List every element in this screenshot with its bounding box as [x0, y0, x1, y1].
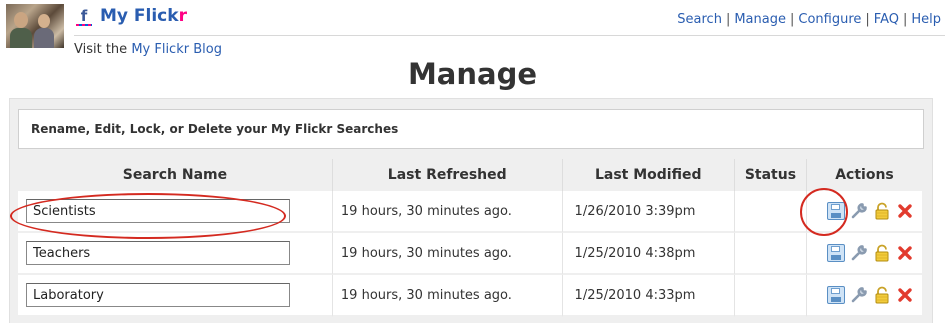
nav-configure-link[interactable]: Configure: [798, 12, 861, 27]
last-modified-cell: 1/25/2010 4:33pm: [562, 275, 735, 317]
lock-icon[interactable]: [873, 202, 891, 220]
nav-help-link[interactable]: Help: [911, 12, 941, 27]
status-cell: [734, 233, 807, 275]
last-refreshed-cell: 19 hours, 30 minutes ago.: [332, 191, 563, 233]
status-cell: [734, 275, 807, 317]
table-row: 19 hours, 30 minutes ago. 1/25/2010 4:38…: [18, 233, 922, 275]
nav-separator: |: [902, 12, 908, 27]
header-status: Status: [735, 159, 807, 191]
table-row: 19 hours, 30 minutes ago. 1/26/2010 3:39…: [18, 191, 922, 233]
searches-table: Search Name Last Refreshed Last Modified…: [18, 159, 922, 317]
search-name-cell: [18, 191, 333, 233]
nav-manage-link[interactable]: Manage: [734, 12, 786, 27]
table-row: 19 hours, 30 minutes ago. 1/25/2010 4:33…: [18, 275, 922, 317]
actions-cell: [806, 275, 922, 317]
last-modified-cell: 1/26/2010 3:39pm: [562, 191, 735, 233]
description-text: Rename, Edit, Lock, or Delete your My Fl…: [31, 122, 399, 136]
table-header-row: Search Name Last Refreshed Last Modified…: [18, 159, 922, 191]
search-name-cell: [18, 233, 333, 275]
nav-separator: |: [725, 12, 731, 27]
app-title-main: My Flick: [100, 6, 179, 26]
description-box: Rename, Edit, Lock, or Delete your My Fl…: [18, 109, 924, 149]
last-refreshed-cell: 19 hours, 30 minutes ago.: [332, 275, 563, 317]
search-name-cell: [18, 275, 333, 317]
app-title-accent: r: [178, 6, 187, 26]
facebook-f-icon: f: [74, 8, 94, 26]
lock-icon[interactable]: [873, 244, 891, 262]
search-name-input[interactable]: [26, 199, 290, 223]
manage-panel: Rename, Edit, Lock, or Delete your My Fl…: [9, 98, 933, 323]
last-modified-cell: 1/25/2010 4:38pm: [562, 233, 735, 275]
actions-cell: [806, 233, 922, 275]
save-icon[interactable]: [827, 286, 845, 304]
header-divider: [74, 35, 945, 36]
last-refreshed-cell: 19 hours, 30 minutes ago.: [332, 233, 563, 275]
save-icon[interactable]: [827, 202, 845, 220]
wrench-icon[interactable]: [850, 244, 868, 262]
nav-faq-link[interactable]: FAQ: [874, 12, 899, 27]
nav-separator: |: [789, 12, 795, 27]
header-search-name: Search Name: [18, 159, 333, 191]
blog-link[interactable]: My Flickr Blog: [131, 42, 222, 57]
wrench-icon[interactable]: [850, 286, 868, 304]
app-title[interactable]: My Flickr: [100, 6, 187, 26]
actions-cell: [806, 191, 922, 233]
header-actions: Actions: [835, 167, 894, 183]
user-avatar: [6, 4, 64, 48]
top-nav: Search | Manage | Configure | FAQ | Help: [677, 12, 941, 27]
nav-search-link[interactable]: Search: [677, 12, 722, 27]
lock-icon[interactable]: [873, 286, 891, 304]
wrench-icon[interactable]: [850, 202, 868, 220]
delete-icon[interactable]: [896, 286, 914, 304]
header-last-modified: Last Modified: [563, 159, 735, 191]
search-name-input[interactable]: [26, 241, 290, 265]
header-last-refreshed: Last Refreshed: [333, 159, 563, 191]
delete-icon[interactable]: [896, 244, 914, 262]
page-title: Manage: [407, 57, 538, 91]
search-name-input[interactable]: [26, 283, 290, 307]
blog-line: Visit the My Flickr Blog: [74, 42, 222, 57]
save-icon[interactable]: [827, 244, 845, 262]
nav-separator: |: [865, 12, 870, 27]
blog-prefix: Visit the: [74, 42, 132, 57]
status-cell: [734, 191, 807, 233]
delete-icon[interactable]: [896, 202, 914, 220]
